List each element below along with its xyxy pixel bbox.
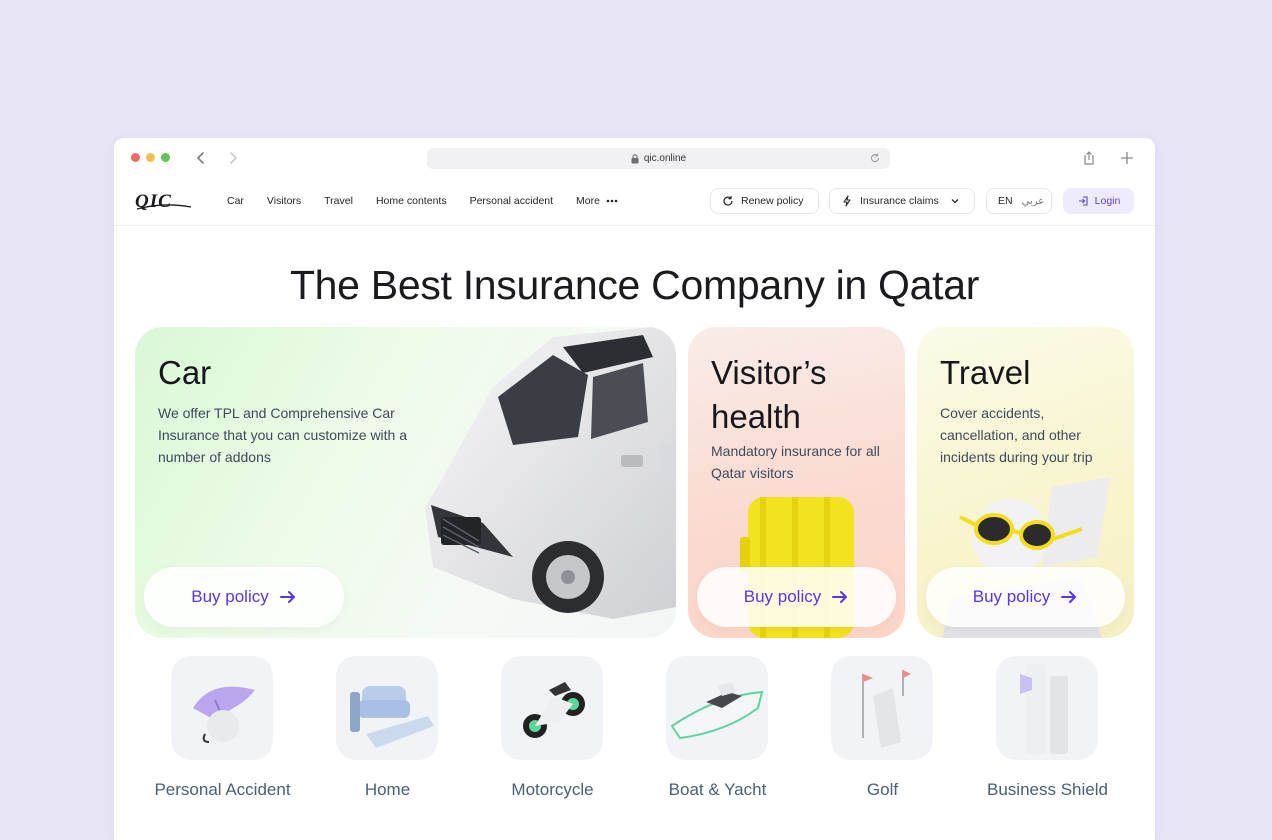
travel-card[interactable]: Travel Cover accidents, cancellation, an… [917,327,1134,638]
browser-window: qic.online QIC Car Visitors Travel Home … [114,138,1155,840]
visitor-buy-policy-label: Buy policy [743,587,822,606]
reload-icon[interactable] [869,152,881,164]
business-shield-icon [996,656,1098,760]
arrow-right-icon [1061,591,1077,603]
lock-icon [631,153,639,163]
close-window-button[interactable] [131,153,140,162]
car-card-description: We offer TPL and Comprehensive Car Insur… [158,405,408,465]
renew-policy-button[interactable]: Renew policy [710,188,819,214]
category-label: Personal Accident [154,780,291,799]
qic-logo[interactable]: QIC [135,190,193,212]
umbrella-icon [171,656,273,760]
visitor-buy-policy-button[interactable]: Buy policy [697,567,896,627]
travel-card-title: Travel [940,354,1031,391]
nav-personal-accident[interactable]: Personal accident [470,195,553,207]
arrow-right-icon [279,591,295,603]
nav-more[interactable]: More [576,195,618,207]
category-label: Boat & Yacht [668,780,767,799]
insurance-claims-label: Insurance claims [860,195,939,207]
insurance-claims-dropdown[interactable]: Insurance claims [829,188,975,214]
nav-travel[interactable]: Travel [324,195,353,207]
car-card-title: Car [158,354,212,391]
category-label: Home [364,780,411,799]
page-title: The Best Insurance Company in Qatar [289,262,980,308]
car-card[interactable]: Car We offer TPL and Comprehensive Car I… [135,327,676,638]
category-label: Golf [866,780,899,799]
forward-icon[interactable] [224,149,242,167]
sofa-icon [336,656,438,760]
travel-buy-policy-button[interactable]: Buy policy [926,567,1125,627]
visitor-card-description: Mandatory insurance for all Qatar visito… [711,443,880,481]
category-row: Personal Accident Home Motorcycle Boat &… [135,656,1135,806]
maximize-window-button[interactable] [161,153,170,162]
main-nav: Car Visitors Travel Home contents Person… [227,195,641,207]
car-buy-policy-label: Buy policy [191,587,269,606]
site-header: QIC Car Visitors Travel Home contents Pe… [114,182,1155,226]
visitor-card[interactable]: Visitor’s health Mandatory insurance for… [688,327,905,638]
category-label: Business Shield [987,780,1108,799]
visitor-card-title: Visitor’s health [711,354,827,435]
address-bar[interactable]: qic.online [427,148,890,169]
lang-en[interactable]: EN [998,195,1013,207]
login-button[interactable]: Login [1063,188,1134,214]
nav-home-contents[interactable]: Home contents [376,195,447,207]
renew-policy-label: Renew policy [741,195,804,207]
category-label: Motorcycle [511,780,594,799]
svg-text:QIC: QIC [135,191,172,212]
boat-icon [666,656,768,760]
chevron-down-icon [951,199,959,204]
login-label: Login [1094,195,1121,207]
minimize-window-button[interactable] [146,153,155,162]
new-tab-icon[interactable] [1119,150,1135,166]
lang-ar[interactable]: عربي [1022,196,1045,207]
motorcycle-icon [501,656,603,760]
nav-visitors[interactable]: Visitors [267,195,301,207]
share-icon[interactable] [1081,150,1097,166]
browser-toolbar: qic.online [114,138,1155,178]
golf-bag-icon [831,656,933,760]
language-switcher[interactable]: EN عربي [986,188,1052,214]
car-buy-policy-button[interactable]: Buy policy [144,567,344,627]
lightning-icon [843,195,851,207]
travel-buy-policy-label: Buy policy [972,587,1051,606]
travel-card-description: Cover accidents, cancellation, and other… [940,405,1093,465]
window-controls [131,153,170,162]
suv-image [425,327,676,619]
login-icon [1078,196,1088,206]
nav-car[interactable]: Car [227,195,244,207]
more-dots-icon [606,199,618,203]
refresh-icon [723,196,733,206]
back-icon[interactable] [192,149,210,167]
nav-more-label: More [576,195,600,207]
arrow-right-icon [832,591,848,603]
url-text: qic.online [643,153,687,164]
